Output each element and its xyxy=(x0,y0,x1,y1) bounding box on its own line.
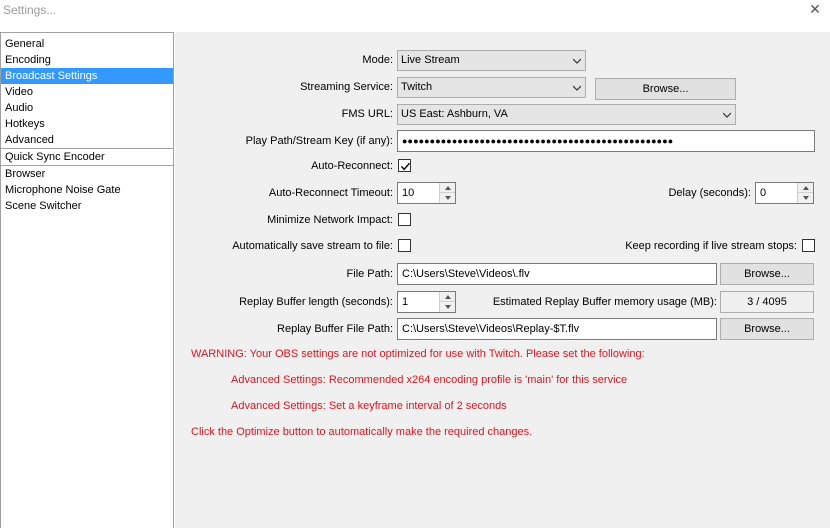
sidebar-item-video[interactable]: Video xyxy=(1,84,173,100)
spin-down-button[interactable] xyxy=(797,193,813,203)
auto-save-label: Automatically save stream to file: xyxy=(232,240,393,252)
mode-value: Live Stream xyxy=(401,54,460,66)
fms-url-label: FMS URL: xyxy=(341,108,393,120)
warning-optimize-hint: Click the Optimize button to automatical… xyxy=(191,426,533,438)
replay-buffer-length-value: 1 xyxy=(402,296,409,308)
sidebar-item-general[interactable]: General xyxy=(1,36,173,52)
spin-down-button[interactable] xyxy=(439,302,455,312)
sidebar-item-browser[interactable]: Browser xyxy=(1,166,173,182)
replay-path-browse-button[interactable]: Browse... xyxy=(720,318,814,340)
sidebar-item-scene-switcher[interactable]: Scene Switcher xyxy=(1,198,173,214)
reconnect-timeout-value: 10 xyxy=(402,187,415,199)
sidebar-item-advanced[interactable]: Advanced xyxy=(1,132,173,148)
arrow-up-icon xyxy=(445,186,451,190)
file-path-label: File Path: xyxy=(346,268,393,280)
minimize-network-impact-checkbox[interactable] xyxy=(398,213,411,226)
replay-buffer-path-input[interactable]: C:\Users\Steve\Videos\Replay-$T.flv xyxy=(397,318,717,340)
arrow-down-icon xyxy=(445,305,451,309)
reconnect-timeout-label: Auto-Reconnect Timeout: xyxy=(268,187,393,199)
broadcast-settings-panel: Mode: Live Stream Streaming Service: Twi… xyxy=(175,32,830,528)
spin-down-button[interactable] xyxy=(439,193,455,203)
warning-keyframe-item: Advanced Settings: Set a keyframe interv… xyxy=(231,400,507,412)
replay-buffer-length-label: Replay Buffer length (seconds): xyxy=(239,296,393,308)
fms-url-dropdown[interactable]: US East: Ashburn, VA xyxy=(397,104,736,125)
close-icon[interactable]: ✕ xyxy=(804,0,826,20)
mode-dropdown[interactable]: Live Stream xyxy=(397,50,586,71)
replay-buffer-length-spinbox[interactable]: 1 xyxy=(397,291,456,313)
file-path-browse-button[interactable]: Browse... xyxy=(720,263,814,285)
auto-reconnect-label: Auto-Reconnect: xyxy=(311,160,393,172)
sidebar-item-audio[interactable]: Audio xyxy=(1,100,173,116)
auto-reconnect-checkbox[interactable] xyxy=(398,159,411,172)
arrow-down-icon xyxy=(803,196,809,200)
replay-buffer-path-label: Replay Buffer File Path: xyxy=(277,323,393,335)
title-bar: Settings... ✕ xyxy=(0,0,830,22)
reconnect-timeout-spinbox[interactable]: 10 xyxy=(397,182,456,204)
keep-recording-label: Keep recording if live stream stops: xyxy=(625,240,797,252)
keep-recording-checkbox[interactable] xyxy=(802,239,815,252)
replay-buffer-path-value: C:\Users\Steve\Videos\Replay-$T.flv xyxy=(402,323,580,335)
minimize-network-impact-label: Minimize Network Impact: xyxy=(267,214,393,226)
warning-message: WARNING: Your OBS settings are not optim… xyxy=(191,348,645,360)
arrow-down-icon xyxy=(445,196,451,200)
chevron-down-icon xyxy=(573,85,581,91)
auto-save-checkbox[interactable] xyxy=(398,239,411,252)
delay-spinbox[interactable]: 0 xyxy=(755,182,814,204)
stream-key-masked-value: ●●●●●●●●●●●●●●●●●●●●●●●●●●●●●●●●●●●●●●●●… xyxy=(402,136,674,146)
settings-category-list: General Encoding Broadcast Settings Vide… xyxy=(0,32,174,528)
delay-label: Delay (seconds): xyxy=(668,187,751,199)
arrow-up-icon xyxy=(803,186,809,190)
fms-url-value: US East: Ashburn, VA xyxy=(401,108,508,120)
replay-memory-usage-value: 3 / 4095 xyxy=(720,291,814,313)
sidebar-item-microphone-noise-gate[interactable]: Microphone Noise Gate xyxy=(1,182,173,198)
sidebar-item-hotkeys[interactable]: Hotkeys xyxy=(1,116,173,132)
spin-up-button[interactable] xyxy=(439,183,455,193)
stream-key-input[interactable]: ●●●●●●●●●●●●●●●●●●●●●●●●●●●●●●●●●●●●●●●●… xyxy=(397,130,815,152)
checkmark-icon xyxy=(400,162,411,171)
service-browse-button[interactable]: Browse... xyxy=(595,78,736,100)
warning-profile-item: Advanced Settings: Recommended x264 enco… xyxy=(231,374,628,386)
stream-key-label: Play Path/Stream Key (if any): xyxy=(245,135,393,147)
chevron-down-icon xyxy=(573,58,581,64)
streaming-service-label: Streaming Service: xyxy=(300,81,393,93)
chevron-down-icon xyxy=(723,112,731,118)
arrow-up-icon xyxy=(445,295,451,299)
file-path-value: C:\Users\Steve\Videos\.flv xyxy=(402,268,530,280)
spin-up-button[interactable] xyxy=(797,183,813,193)
file-path-input[interactable]: C:\Users\Steve\Videos\.flv xyxy=(397,263,717,285)
streaming-service-dropdown[interactable]: Twitch xyxy=(397,77,586,98)
streaming-service-value: Twitch xyxy=(401,81,433,93)
replay-memory-usage-label: Estimated Replay Buffer memory usage (MB… xyxy=(492,296,717,308)
sidebar-item-encoding[interactable]: Encoding xyxy=(1,52,173,68)
sidebar-item-quick-sync-encoder[interactable]: Quick Sync Encoder xyxy=(1,149,173,165)
spin-up-button[interactable] xyxy=(439,292,455,302)
window-title: Settings... xyxy=(3,3,57,17)
delay-value: 0 xyxy=(760,187,767,199)
sidebar-item-broadcast-settings[interactable]: Broadcast Settings xyxy=(1,68,173,84)
mode-label: Mode: xyxy=(362,54,393,66)
